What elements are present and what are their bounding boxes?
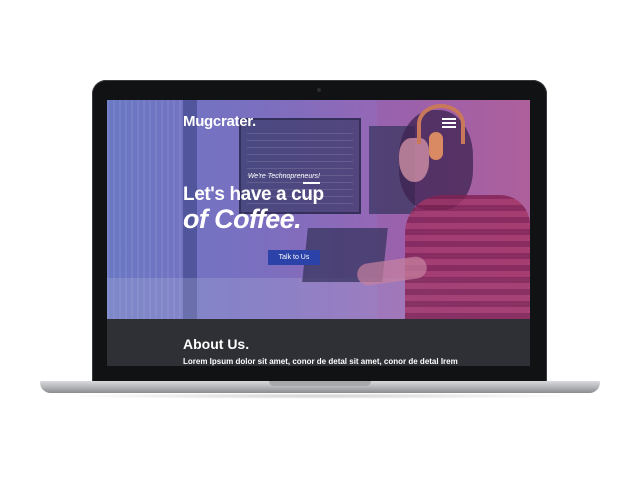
hero-photo-shirt — [405, 195, 530, 319]
hamburger-menu-icon[interactable] — [442, 118, 456, 128]
about-section: About Us. Lorem Ipsum dolor sit amet, co… — [107, 319, 530, 366]
hero-section: Mugcrater. We're Technopreneurs! Let's h… — [107, 100, 530, 319]
hero-tagline: We're Technopreneurs! — [247, 173, 320, 180]
hero-headline-line2: of Coffee. — [183, 204, 302, 234]
hero-photo-headphone-cup — [429, 132, 443, 160]
hero-headline-line1: Let's have a cup — [183, 184, 324, 205]
about-title: About Us. — [183, 336, 250, 352]
laptop-shadow — [60, 393, 580, 399]
webcam-icon — [317, 88, 321, 92]
site-logo[interactable]: Mugcrater. — [183, 113, 256, 130]
laptop-screen: Mugcrater. We're Technopreneurs! Let's h… — [107, 100, 530, 366]
about-text: Lorem Ipsum dolor sit amet, conor de det… — [183, 357, 458, 366]
talk-to-us-button[interactable]: Talk to Us — [268, 250, 320, 265]
laptop-mockup: Mugcrater. We're Technopreneurs! Let's h… — [0, 0, 640, 480]
hero-photo-person-face — [399, 138, 429, 182]
laptop-hinge-notch — [269, 381, 371, 386]
